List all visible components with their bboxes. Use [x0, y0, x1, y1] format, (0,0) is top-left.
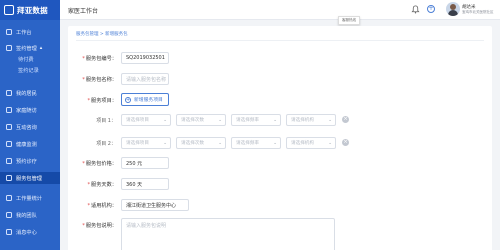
project-1-org-select[interactable]: 请选择机构 ⌄: [286, 114, 336, 126]
chevron-down-icon: ⌄: [218, 117, 222, 123]
sidebar-item-stats[interactable]: 工作量统计: [0, 192, 60, 204]
topbar: 家医工作台 + 胡达米 宝鸡市北关医院社区: [60, 0, 500, 20]
project-2-item-select[interactable]: 请选择项目 ⌄: [121, 137, 171, 149]
desc-textarea[interactable]: 请输入服务包说明: [121, 218, 335, 250]
project-2-count-select[interactable]: 请选择次数 ⌄: [176, 137, 226, 149]
project-2-label: 项目 2：: [96, 141, 116, 147]
brand-logo-icon: [4, 5, 14, 15]
avatar[interactable]: [446, 2, 460, 16]
sidebar-item-team[interactable]: 我的团队: [0, 209, 60, 221]
chevron-down-icon: ⌄: [273, 117, 277, 123]
message-icon: [6, 229, 12, 235]
days-label: *服务天数：: [87, 182, 117, 188]
project-1-label: 项目 1：: [96, 118, 116, 124]
project-2-frequency-select[interactable]: 请选择频率 ⌄: [231, 137, 281, 149]
name-input[interactable]: 请输入服务包名称: [121, 73, 169, 85]
page-title: 家医工作台: [68, 8, 99, 15]
bell-tooltip: 客服热线: [338, 16, 360, 25]
add-icon[interactable]: +: [427, 5, 435, 13]
chevron-down-icon: ⌄: [273, 140, 277, 146]
stats-icon: [6, 195, 12, 201]
remove-project-1-icon[interactable]: ×: [342, 116, 349, 123]
chevron-up-icon: ▴: [39, 45, 43, 51]
org-input[interactable]: 湘江街道卫生服务中心: [121, 199, 189, 211]
project-1-frequency-select[interactable]: 请选择频率 ⌄: [231, 114, 281, 126]
brand-name: 拜亚数据: [17, 5, 48, 15]
chat-icon: [6, 124, 12, 130]
sidebar-item-residents[interactable]: 我的居民: [0, 87, 60, 99]
chevron-down-icon: ⌄: [328, 140, 332, 146]
sidebar-item-package[interactable]: 服务包管理: [0, 172, 60, 184]
user-organization: 宝鸡市北关医院社区: [462, 10, 494, 14]
price-label: *服务包价格：: [82, 161, 117, 167]
price-input[interactable]: 250 元: [121, 157, 169, 169]
projects-label: *服务项目：: [87, 98, 117, 104]
plus-circle-icon: +: [125, 96, 131, 103]
add-project-button[interactable]: + 新增服务项目: [121, 93, 169, 106]
residents-icon: [6, 90, 12, 96]
project-2-org-select[interactable]: 请选择机构 ⌄: [286, 137, 336, 149]
monitor-icon: [6, 141, 12, 147]
contract-icon: [6, 45, 12, 51]
package-icon: [6, 175, 12, 181]
sidebar-item-visit[interactable]: 家庭随访: [0, 104, 60, 116]
project-1-item-select[interactable]: 请选择项目 ⌄: [121, 114, 171, 126]
days-input[interactable]: 360 天: [121, 178, 169, 190]
divider: [76, 40, 484, 41]
chevron-down-icon: ⌄: [163, 117, 167, 123]
team-icon: [6, 212, 12, 218]
chevron-down-icon: ⌄: [328, 117, 332, 123]
sidebar-item-monitor[interactable]: 健康监测: [0, 138, 60, 150]
chevron-down-icon: ⌄: [163, 140, 167, 146]
project-1-count-select[interactable]: 请选择次数 ⌄: [176, 114, 226, 126]
code-field[interactable]: SQ2019032501: [121, 52, 169, 64]
desc-label: *服务包说明：: [82, 223, 117, 229]
sidebar-item-workbench[interactable]: 工作台: [0, 26, 60, 38]
sidebar-item-messages[interactable]: 消息中心: [0, 226, 60, 238]
code-label: *服务包编号：: [82, 56, 117, 62]
name-label: *服务包名称：: [82, 77, 117, 83]
bell-icon[interactable]: [411, 5, 420, 14]
chevron-down-icon: ⌄: [218, 140, 222, 146]
sidebar-item-appointment[interactable]: 预约诊疗: [0, 155, 60, 167]
remove-project-2-icon[interactable]: ×: [342, 139, 349, 146]
sidebar-item-consult[interactable]: 互动咨询: [0, 121, 60, 133]
breadcrumb[interactable]: 服务包管理 > 新增服务包: [76, 31, 128, 37]
org-label: *适用机构：: [87, 203, 117, 209]
brand[interactable]: 拜亚数据: [0, 0, 60, 20]
home-icon: [6, 29, 12, 35]
visit-icon: [6, 107, 12, 113]
sidebar-item-records[interactable]: 签约记录: [0, 64, 60, 76]
sidebar: 拜亚数据 工作台 签约管理 ▴ 待付费 签约记录 我的居民 家庭随访 互动咨询 健…: [0, 0, 60, 250]
calendar-icon: [6, 158, 12, 164]
